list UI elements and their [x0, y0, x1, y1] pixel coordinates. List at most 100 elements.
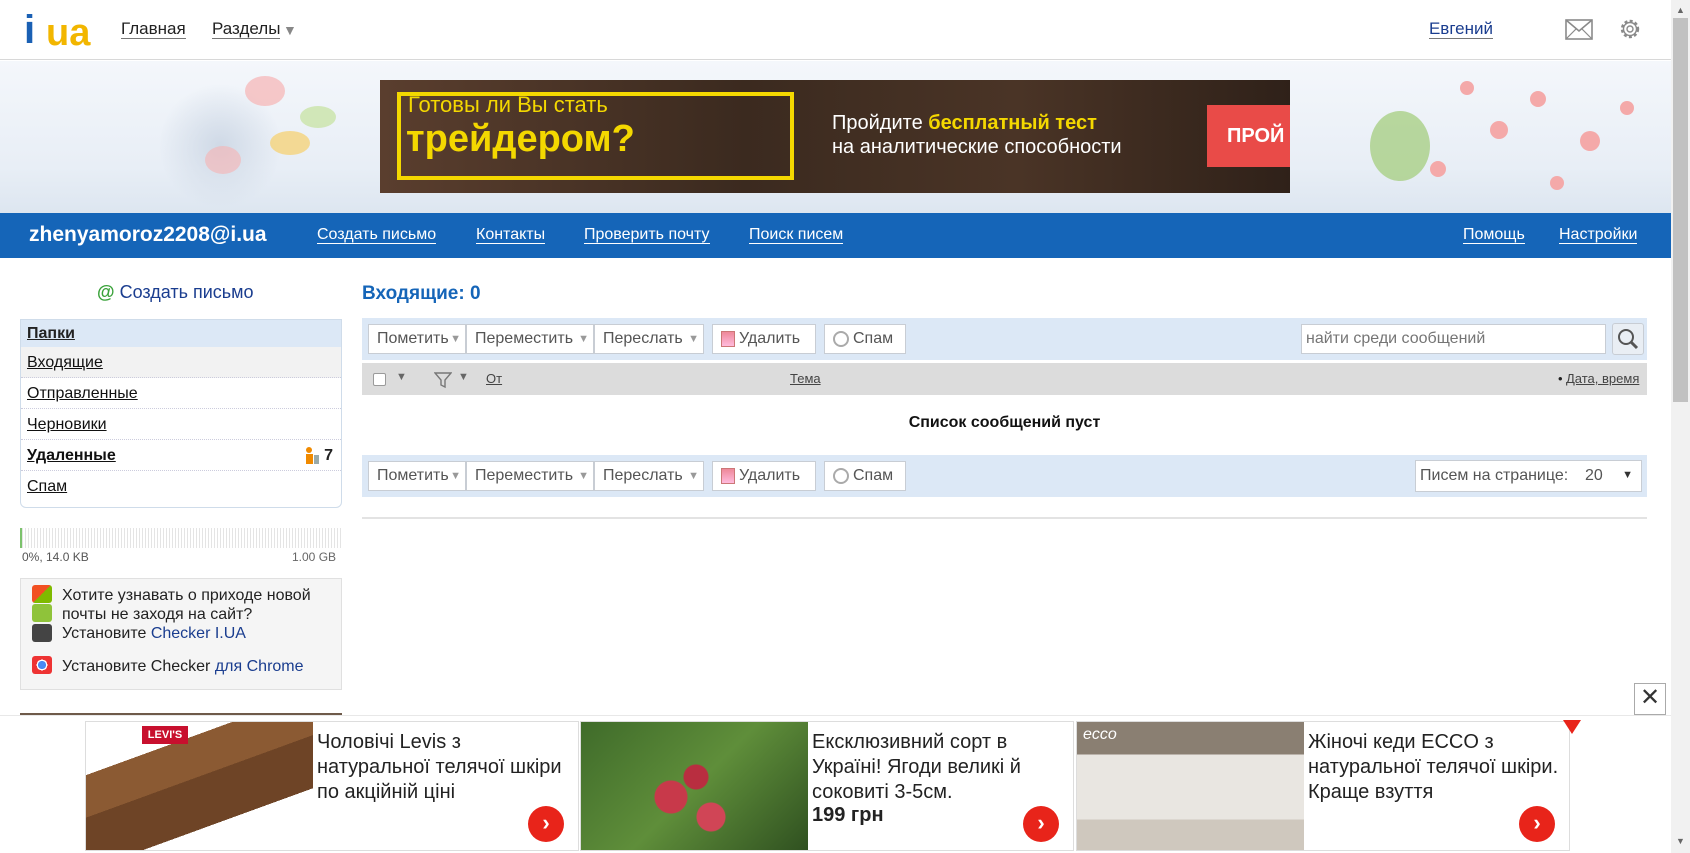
nav-search-mail-link[interactable]: Поиск писем [749, 226, 844, 244]
nav-settings-link[interactable]: Настройки [1559, 226, 1638, 244]
at-icon: @ [97, 282, 115, 302]
checker-download-link[interactable]: Checker I.UA [151, 625, 246, 642]
gear-icon[interactable] [1617, 16, 1643, 42]
chevron-down-icon[interactable]: ▼ [458, 371, 469, 383]
ad-offer-line2: на аналитические способности [832, 136, 1122, 158]
forward-button[interactable]: Переслать ▼ [594, 324, 704, 354]
nav-home-link[interactable]: Главная [121, 20, 186, 39]
chevron-down-icon: ▼ [1622, 469, 1633, 481]
ad-banner[interactable]: Готовы ли Вы стать трейдером? Пройдите б… [380, 80, 1290, 193]
spam-button[interactable]: Спам [824, 461, 906, 491]
user-name-link[interactable]: Евгений [1428, 20, 1493, 39]
move-button[interactable]: Переместить ▼ [466, 461, 594, 491]
folder-inbox[interactable]: Входящие [21, 347, 341, 378]
mark-label: Пометить [377, 467, 449, 484]
scroll-down-icon[interactable]: ▼ [1676, 836, 1685, 846]
column-date[interactable]: Дата, время [1566, 371, 1639, 386]
mark-button[interactable]: Пометить ▼ [368, 461, 466, 491]
mail-icon[interactable] [1565, 19, 1593, 40]
checker-line3: Установите Checker I.UA [62, 625, 246, 643]
column-subject[interactable]: Тема [790, 371, 821, 386]
ad-card[interactable]: Ексклюзивний сорт в Україні! Ягоди велик… [580, 721, 1074, 851]
chevron-right-icon[interactable]: › [1023, 806, 1059, 842]
sidebar-compose-link[interactable]: Создать письмо [120, 282, 254, 302]
chrome-icon [32, 656, 52, 674]
chevron-down-icon: ▼ [450, 333, 461, 345]
divider [362, 517, 1647, 519]
ecco-logo: ecco [1083, 726, 1117, 743]
clear-trash-icon[interactable] [303, 446, 321, 466]
per-page-select[interactable]: Писем на странице: 20 ▼ [1415, 460, 1642, 492]
windows-icon [32, 585, 52, 603]
mark-label: Пометить [377, 330, 449, 347]
forward-button[interactable]: Переслать ▼ [594, 461, 704, 491]
delete-label: Удалить [739, 467, 801, 484]
checker-line4: Установите Checker для Chrome [62, 658, 304, 676]
move-label: Переместить [475, 467, 574, 484]
nav-contacts-link[interactable]: Контакты [476, 226, 546, 244]
ad-offer-prefix: Пройдите [832, 112, 929, 134]
site-logo[interactable]: i ua [24, 8, 96, 54]
nav-sections-link[interactable]: Разделы [212, 20, 281, 39]
chevron-down-icon: ▼ [578, 470, 589, 482]
chevron-down-icon: ▼ [450, 470, 461, 482]
ad-card[interactable]: ecco Жіночі кеди ECCO з натуральної теля… [1076, 721, 1570, 851]
filter-icon[interactable] [434, 371, 452, 389]
folder-deleted[interactable]: Удаленные 7 [21, 440, 341, 471]
move-button[interactable]: Переместить ▼ [466, 324, 594, 354]
ad-card-text: Ексклюзивний сорт в Україні! Ягоди велик… [812, 731, 1021, 803]
message-toolbar-top: Пометить ▼ Переместить ▼ Переслать ▼ Удалит… [362, 318, 1647, 360]
scrollbar-thumb[interactable] [1673, 18, 1688, 402]
sidebar-compose: @ Создать письмо [97, 282, 254, 303]
ad-card[interactable]: LEVI'S Чоловічі Levis з натуральної теля… [85, 721, 579, 851]
apple-icon [32, 624, 52, 642]
shoe-image: LEVI'S [86, 722, 313, 850]
chevron-down-icon[interactable]: ▼ [396, 371, 407, 383]
folder-spam[interactable]: Спам [21, 471, 341, 502]
ad-card-text: Жіночі кеди ECCO з натуральної телячої ш… [1308, 731, 1559, 803]
scroll-up-icon[interactable]: ▲ [1676, 5, 1685, 15]
checker-chrome-link[interactable]: для Chrome [215, 658, 304, 675]
page-title: Входящие: 0 [362, 283, 481, 304]
ad-question-line2: трейдером? [406, 118, 635, 160]
chevron-down-icon[interactable]: ▼ [283, 22, 297, 38]
sort-indicator-icon: • [1558, 371, 1563, 386]
folders-header[interactable]: Папки [21, 320, 341, 347]
folder-drafts[interactable]: Черновики [21, 409, 341, 440]
chevron-right-icon[interactable]: › [528, 806, 564, 842]
ad-offer-highlight: бесплатный тест [928, 112, 1097, 134]
logo-i: i [24, 8, 36, 52]
folder-sent[interactable]: Отправленные [21, 378, 341, 409]
spam-icon [833, 330, 849, 347]
chevron-right-icon[interactable]: › [1519, 806, 1555, 842]
nav-check-mail-link[interactable]: Проверить почту [584, 226, 710, 244]
ad-cta-button[interactable]: ПРОЙ [1207, 105, 1290, 167]
mail-nav-bar: zhenyamoroz2208@i.ua Создать письмо Конт… [0, 213, 1671, 258]
message-list-header: ▼ ▼ От Тема • Дата, время [362, 363, 1647, 395]
folder-label: Входящие [27, 354, 103, 371]
page-scrollbar[interactable]: ▲ ▼ [1671, 0, 1690, 853]
select-all-checkbox[interactable] [373, 373, 386, 386]
close-ad-button[interactable]: ✕ [1634, 683, 1666, 715]
delete-button[interactable]: Удалить [712, 461, 816, 491]
spam-button[interactable]: Спам [824, 324, 906, 354]
quota-used: 0%, 14.0 KB [22, 550, 89, 564]
search-input[interactable] [1301, 324, 1606, 354]
spam-label: Спам [853, 330, 894, 347]
sneakers-image: ecco [1077, 722, 1304, 850]
quota-bar [20, 528, 342, 548]
delete-button[interactable]: Удалить [712, 324, 816, 354]
search-button[interactable] [1612, 323, 1644, 355]
logo-ua: ua [46, 12, 91, 54]
levis-logo: LEVI'S [142, 726, 188, 744]
checker-line2: почты не заходя на сайт? [62, 606, 253, 623]
search-icon [1618, 329, 1639, 350]
top-bar: i ua Главная Разделы ▼ Евгений [0, 0, 1671, 60]
ad-card-price: 199 грн [812, 804, 884, 826]
mark-button[interactable]: Пометить ▼ [368, 324, 466, 354]
adchoices-icon[interactable] [1563, 720, 1581, 734]
nav-help-link[interactable]: Помощь [1463, 226, 1525, 244]
bottom-ad-strip: LEVI'S Чоловічі Levis з натуральної теля… [0, 715, 1671, 853]
column-from[interactable]: От [486, 371, 502, 386]
nav-compose-link[interactable]: Создать письмо [317, 226, 437, 244]
